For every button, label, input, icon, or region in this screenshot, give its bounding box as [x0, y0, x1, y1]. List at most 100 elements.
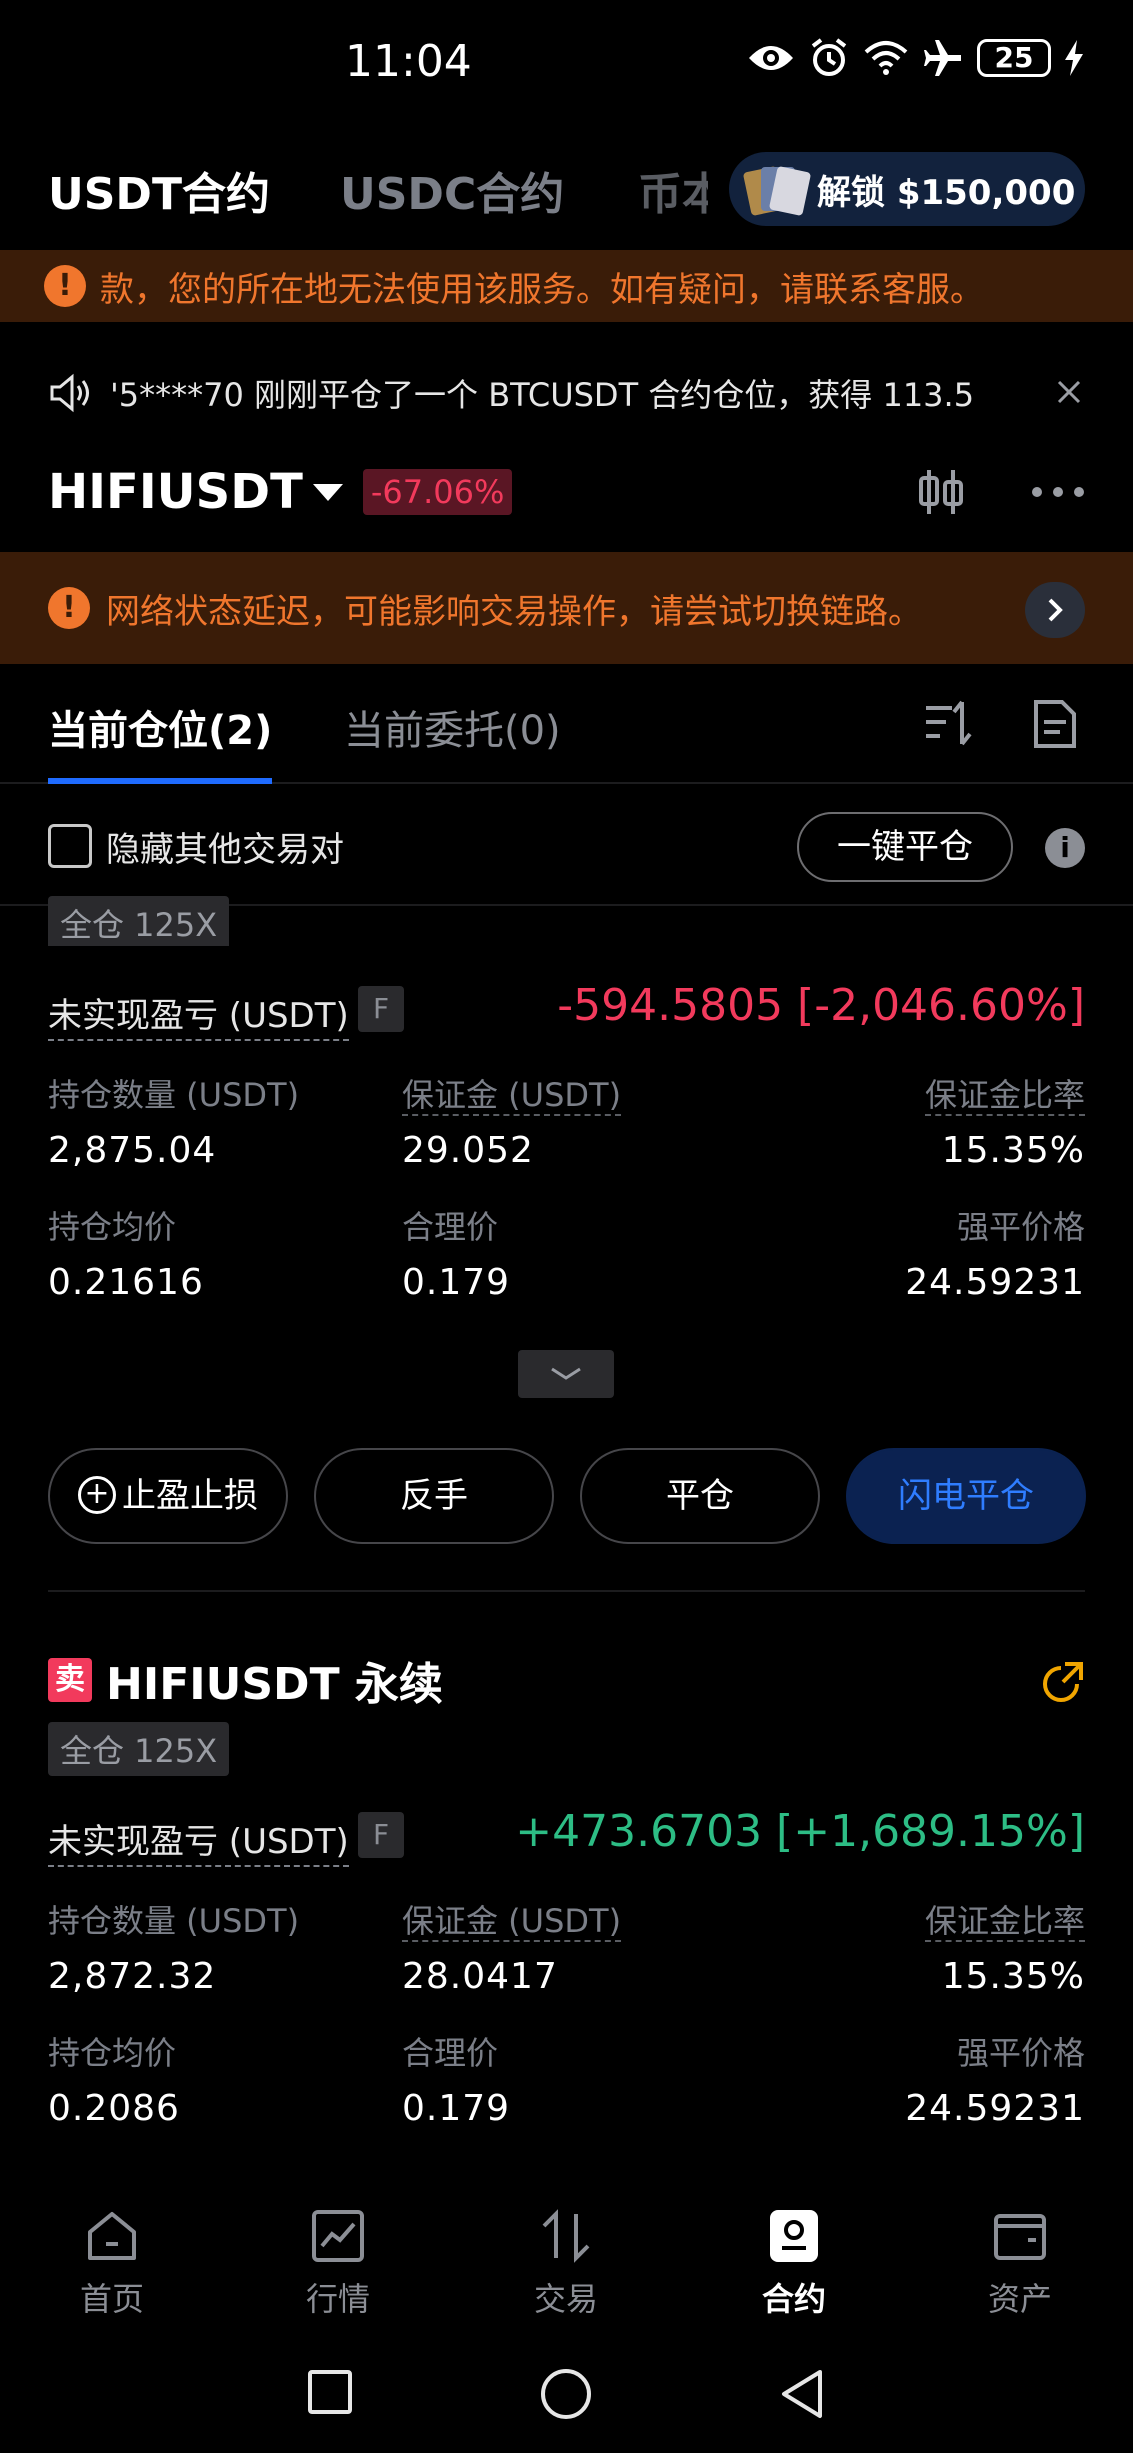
margin-label[interactable]: 保证金 (USDT) [402, 1902, 622, 1942]
home-button-icon[interactable] [538, 2368, 594, 2424]
home-icon [88, 2212, 136, 2260]
unlock-bonus-button[interactable]: 解锁 $150,000 [729, 152, 1085, 226]
mode-badge-wrapper: 全仓 125X [48, 896, 230, 946]
liquidation-price-label: 强平价格 [956, 1208, 1085, 1246]
status-bar: 11:04 25 [0, 0, 1133, 130]
reverse-button[interactable]: 反手 [314, 1448, 554, 1544]
wifi-icon [864, 41, 908, 75]
margin-ratio-label[interactable]: 保证金比率 [924, 1076, 1085, 1116]
size-value: 2,872.32 [48, 1956, 217, 1997]
chevron-down-icon[interactable] [312, 483, 343, 501]
liquidation-price-value: 24.59231 [905, 1262, 1085, 1303]
margin-ratio-value: 15.35% [941, 1956, 1085, 1997]
sell-side-badge: 卖 [48, 1658, 92, 1702]
pair-selector[interactable]: HIFIUSDT [48, 464, 303, 520]
close-icon[interactable] [1045, 368, 1093, 416]
margin-label[interactable]: 保证金 (USDT) [402, 1076, 622, 1116]
unrealized-pnl-label[interactable]: 未实现盈亏 (USDT) [48, 1814, 349, 1867]
bottom-navigation: 首页 行情 交易 合约 资产 [0, 2176, 1133, 2318]
fair-price-label: 合理价 [402, 2034, 499, 2072]
position-symbol[interactable]: HIFIUSDT 永续 [106, 1648, 443, 1712]
candlestick-chart-icon[interactable] [915, 468, 967, 516]
chart-icon [312, 2210, 364, 2262]
info-icon[interactable]: i [1045, 828, 1085, 868]
region-warning-text: 款，您的所在地无法使用该服务。如有疑问，请联系客服。 [100, 269, 984, 310]
expand-details-button[interactable] [518, 1350, 614, 1398]
nav-assets-label: 资产 [987, 2280, 1052, 2318]
close-all-button[interactable]: 一键平仓 [797, 812, 1013, 882]
more-icon[interactable] [1031, 486, 1085, 498]
position-price-row: 持仓均价 0.21616 合理价 0.179 强平价格 24.59231 [48, 1202, 1085, 1322]
nav-home-label: 首页 [79, 2280, 144, 2318]
network-warning-text: 网络状态延迟，可能影响交易操作，请尝试切换链路。 [106, 591, 922, 632]
airplane-icon [924, 40, 961, 76]
position-stats-row: 持仓数量 (USDT) 2,872.32 保证金 (USDT) 28.0417 保证… [48, 1896, 1085, 2016]
recents-icon[interactable] [306, 2368, 354, 2416]
unrealized-pnl-row: 未实现盈亏 (USDT) F +473.6703 [+1,689.15%] [48, 1806, 1085, 1867]
nav-trade[interactable]: 交易 [496, 2206, 636, 2320]
unrealized-pnl-label[interactable]: 未实现盈亏 (USDT) [48, 988, 349, 1041]
liquidation-price-value: 24.59231 [905, 2088, 1085, 2129]
position-filter: 隐藏其他交易对 一键平仓 i [48, 806, 1085, 886]
battery-icon: 25 [977, 39, 1051, 77]
hide-other-pairs-label: 隐藏其他交易对 [106, 829, 344, 870]
back-icon[interactable] [778, 2368, 826, 2420]
size-label: 持仓数量 (USDT) [48, 1076, 300, 1114]
nav-market-label: 行情 [305, 2280, 370, 2318]
margin-ratio-label[interactable]: 保证金比率 [924, 1902, 1085, 1942]
tab-coin-contract[interactable]: 币本 [638, 158, 708, 222]
position-price-row: 持仓均价 0.2086 合理价 0.179 强平价格 24.59231 [48, 2028, 1085, 2148]
close-position-button[interactable]: 平仓 [580, 1448, 820, 1544]
entry-price-label: 持仓均价 [48, 2034, 177, 2072]
nav-home[interactable]: 首页 [42, 2206, 182, 2320]
card-divider [48, 1590, 1085, 1592]
margin-mode-badge: 全仓 125X [48, 1722, 230, 1776]
sort-icon[interactable] [922, 698, 974, 750]
announcement-text: '5****70 刚刚平仓了一个 BTCUSDT 合约仓位，获得 113.5 [110, 376, 975, 414]
active-tab-indicator [48, 778, 272, 784]
margin-value: 28.0417 [402, 1956, 558, 1997]
size-label: 持仓数量 (USDT) [48, 1902, 300, 1940]
tab-usdt-contract[interactable]: USDT合约 [48, 158, 270, 222]
network-warning-banner[interactable]: ! 网络状态延迟，可能影响交易操作，请尝试切换链路。 [0, 552, 1133, 664]
liquidation-price-label: 强平价格 [956, 2034, 1085, 2072]
pair-header: HIFIUSDT -67.06% [48, 460, 1085, 524]
tab-current-positions[interactable]: 当前仓位(2) [48, 698, 272, 756]
tab-usdc-contract[interactable]: USDC合约 [340, 158, 564, 222]
margin-value: 29.052 [402, 1130, 534, 1171]
position-symbol-header: 卖 HIFIUSDT 永续 [48, 1650, 1085, 1710]
margin-mode-badge: 全仓 125X [48, 896, 230, 946]
eye-icon [749, 46, 793, 70]
contract-icon [770, 2210, 818, 2262]
share-icon[interactable] [1041, 1660, 1085, 1704]
unrealized-pnl-row: 未实现盈亏 (USDT) F -594.5805 [-2,046.60%] [48, 980, 1085, 1041]
position-stats-row: 持仓数量 (USDT) 2,875.04 保证金 (USDT) 29.052 保证金… [48, 1070, 1085, 1190]
warning-icon: ! [48, 587, 90, 629]
bonus-cards-icon [742, 165, 812, 217]
chevron-right-icon[interactable] [1025, 582, 1085, 638]
document-icon[interactable] [1032, 698, 1078, 750]
trade-arrows-icon [542, 2209, 590, 2263]
nav-trade-label: 交易 [533, 2280, 598, 2318]
tab-open-orders[interactable]: 当前委托(0) [344, 698, 561, 756]
charging-icon [1065, 40, 1083, 76]
chevron-down-icon [551, 1367, 581, 1380]
nav-market[interactable]: 行情 [268, 2206, 408, 2320]
fair-price-label: 合理价 [402, 1208, 499, 1246]
position-actions: + 止盈止损 反手 平仓 闪电平仓 [48, 1448, 1086, 1544]
size-value: 2,875.04 [48, 1130, 217, 1171]
entry-price-value: 0.2086 [48, 2088, 180, 2129]
nav-contract[interactable]: 合约 [724, 2206, 864, 2320]
contract-type-tabs: USDT合约 USDC合约 币本 解锁 $150,000 [48, 150, 1085, 230]
fair-price-value: 0.179 [402, 2088, 511, 2129]
alarm-icon [811, 38, 847, 76]
nav-contract-label: 合约 [761, 2280, 826, 2318]
hide-other-pairs-checkbox[interactable] [48, 824, 92, 868]
tp-sl-button[interactable]: + 止盈止损 [48, 1448, 288, 1544]
flash-close-button[interactable]: 闪电平仓 [846, 1448, 1086, 1544]
unrealized-pnl-value: -594.5805 [-2,046.60%] [557, 980, 1085, 1031]
nav-assets[interactable]: 资产 [950, 2206, 1090, 2320]
position-card: 全仓 125X 未实现盈亏 (USDT) F +473.6703 [+1,689… [48, 1722, 1085, 2182]
margin-ratio-value: 15.35% [941, 1130, 1085, 1171]
position-tabs: 当前仓位(2) 当前委托(0) [0, 668, 1133, 784]
